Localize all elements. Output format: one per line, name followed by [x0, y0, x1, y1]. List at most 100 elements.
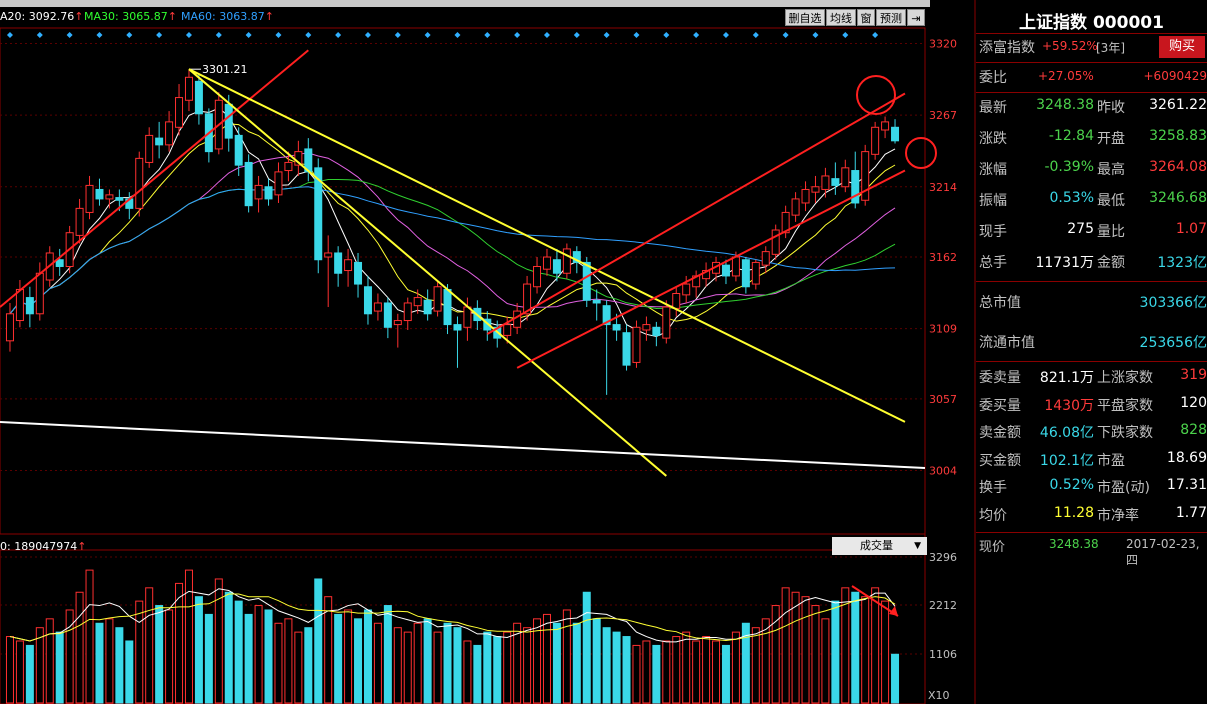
price-pane-frame [0, 27, 926, 535]
candle-body [761, 251, 770, 266]
volume-bar [423, 618, 432, 704]
now-price-row: 现价 3248.38 2017-02-23,四 [976, 536, 1207, 567]
candle-body [682, 283, 691, 296]
volume-indicator-select[interactable]: 成交量 ▼ [832, 537, 927, 555]
volume-bar [851, 591, 860, 704]
volume-bar [761, 618, 770, 704]
fund-name[interactable]: 添富指数 [979, 37, 1035, 57]
window-button[interactable]: 窗 [857, 9, 875, 26]
float-cap-value: 253656亿 [1139, 335, 1207, 351]
volume-bar [15, 640, 24, 704]
marker-diamond [305, 32, 312, 38]
volume-bar [821, 618, 830, 704]
candle-body [771, 229, 780, 255]
up-arrow-icon: ↑ [167, 10, 177, 23]
trend-line-yellow [188, 68, 906, 423]
candle-body [105, 194, 114, 200]
volume-bar [572, 622, 581, 704]
volume-bar [175, 582, 184, 704]
quote-label: 委买量 [979, 397, 1021, 414]
marker-diamond [245, 32, 252, 38]
divider [976, 281, 1207, 282]
candle-body [841, 167, 850, 188]
volume-bar [503, 631, 512, 704]
candle-body [592, 299, 601, 304]
candle-body [731, 256, 740, 277]
candle-body [25, 297, 34, 315]
marker-diamond [454, 32, 461, 38]
top-menu-strip[interactable] [0, 0, 930, 7]
volume-bar [483, 631, 492, 704]
volume-bar [712, 640, 721, 704]
buy-button[interactable]: 购买 [1159, 36, 1205, 58]
float-cap-row: 流通市值 253656亿 [976, 332, 1207, 358]
volume-bar [771, 605, 780, 704]
candle-body [254, 184, 263, 200]
candle-body [373, 302, 382, 312]
remove-watchlist-button[interactable]: 删自选 [785, 9, 825, 26]
quote-value: 102.1亿 [1039, 452, 1094, 469]
volume-bar [751, 627, 760, 704]
candle-body [15, 288, 24, 322]
quote-value: 3261.22 [1149, 97, 1207, 113]
price-tick-label: 3109 [929, 323, 957, 336]
volume-bar [542, 613, 551, 704]
divider [976, 62, 1207, 63]
volume-value: 0: 189047974 [0, 540, 78, 553]
volume-bar [254, 605, 263, 704]
quote-value: 821.1万 [1039, 370, 1094, 386]
quote-value: 3246.68 [1149, 190, 1207, 206]
candle-body [5, 313, 14, 342]
quote-panel: 上证指数 000001 添富指数 +59.52% [3年] 购买 委比 +27.… [976, 0, 1207, 704]
now-value: 3248.38 [1049, 537, 1099, 551]
volume-bar [861, 596, 870, 704]
volume-bar [105, 618, 114, 704]
quote-label: 最低 [1097, 193, 1125, 209]
price-tick-label: 3320 [929, 38, 957, 51]
candle-body [791, 198, 800, 216]
now-label: 现价 [979, 540, 1006, 555]
divider [976, 33, 1207, 34]
quote-label: 卖金额 [979, 425, 1021, 441]
chevron-down-icon: ▼ [914, 541, 921, 551]
volume-bar [592, 618, 601, 704]
price-tick-label: 3267 [929, 109, 957, 122]
volume-bar [75, 591, 84, 704]
volume-bar [582, 591, 591, 704]
volume-bar [463, 640, 472, 704]
ma60-legend: MA60: 3063.87↑ [181, 10, 274, 23]
ma-button[interactable]: 均线 [826, 9, 856, 26]
weibi-row: 委比 +27.05% +6090429 [976, 67, 1207, 93]
volume-bar [891, 653, 900, 704]
marker-diamond [543, 32, 550, 38]
candle-body [811, 186, 820, 193]
candle-body [35, 272, 44, 315]
marker-diamond [812, 32, 819, 38]
candle-body [891, 126, 900, 142]
volume-bar [155, 605, 164, 704]
volume-bar [662, 640, 671, 704]
quote-row: 涨跌 -12.84 开盘 3258.83 [976, 128, 1207, 154]
quote-value: 0.53% [1049, 190, 1094, 206]
volume-bar [602, 627, 611, 704]
marker-diamond [36, 32, 43, 38]
candle-body [284, 161, 293, 172]
quote-row: 振幅 0.53% 最低 3246.68 [976, 190, 1207, 216]
volume-bar [493, 636, 502, 704]
volume-bar [881, 600, 890, 704]
quote-value: 17.31 [1166, 477, 1207, 493]
quote-label: 市盈 [1097, 452, 1125, 469]
forecast-button[interactable]: 预测 [876, 9, 906, 26]
volume-bar [284, 618, 293, 704]
channel-line-upper [486, 92, 906, 335]
volume-indicator-label: 成交量 [860, 539, 893, 552]
candle-body [165, 121, 174, 146]
exit-icon[interactable]: ⇥ [907, 9, 925, 26]
marker-diamond [394, 32, 401, 38]
quote-label: 振幅 [979, 193, 1007, 209]
fund-period: [3年] [1096, 41, 1125, 55]
quote-value: 0.52% [1049, 477, 1094, 493]
volume-bar [552, 622, 561, 704]
quote-label: 涨跌 [979, 131, 1007, 147]
quote-value: 1.77 [1175, 504, 1207, 521]
